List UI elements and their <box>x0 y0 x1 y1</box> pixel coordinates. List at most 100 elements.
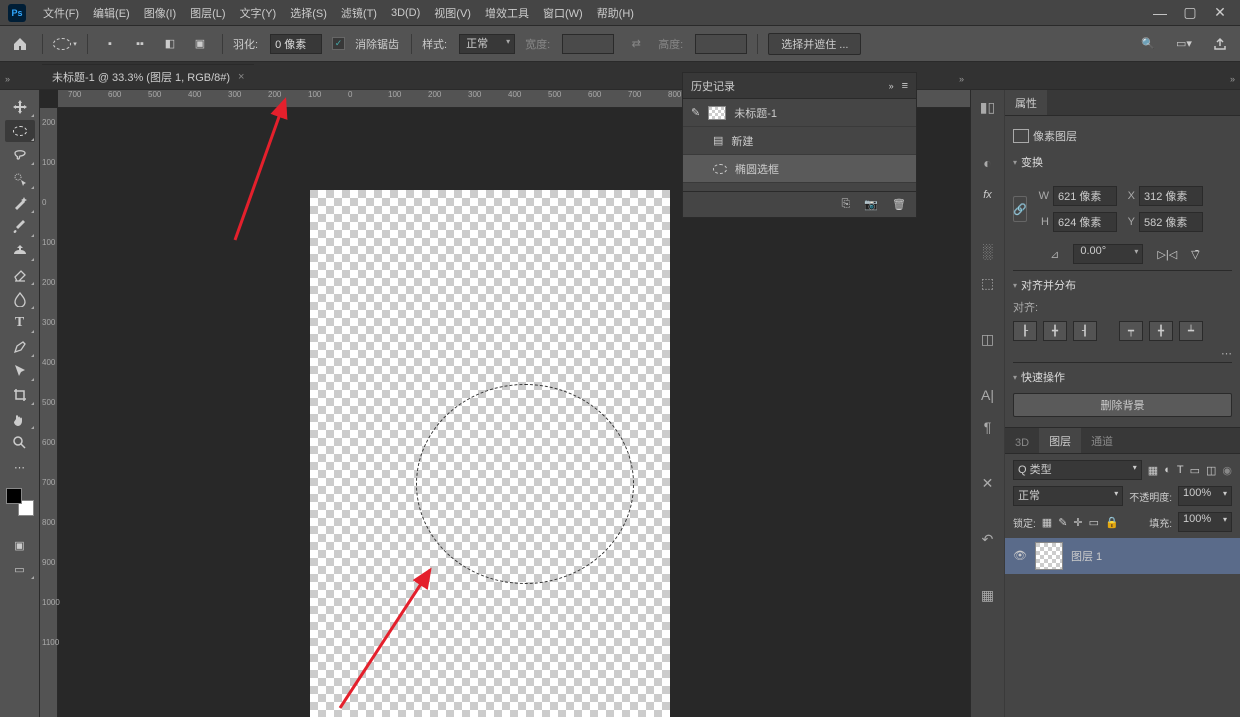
panel-icon-styles[interactable]: fx <box>977 184 999 206</box>
history-menu-icon[interactable]: ≡ <box>902 80 908 92</box>
panel-icon-swatches[interactable]: ⬚ <box>977 272 999 294</box>
history-step-ellipse[interactable]: 椭圆选框 <box>683 155 916 183</box>
menu-type[interactable]: 文字(Y) <box>233 5 284 21</box>
layer-thumbnail[interactable] <box>1035 542 1063 570</box>
height-input[interactable] <box>1053 212 1117 232</box>
hand-tool[interactable] <box>5 408 35 430</box>
menu-plugins[interactable]: 增效工具 <box>478 5 536 21</box>
new-snapshot-icon[interactable]: ⎘ <box>842 198 851 211</box>
layer-name[interactable]: 图层 1 <box>1071 548 1102 564</box>
feather-input[interactable] <box>270 34 322 54</box>
add-selection-button[interactable]: ▪▪ <box>128 32 152 56</box>
lock-all-icon[interactable]: 🔒 <box>1105 516 1119 529</box>
menu-filter[interactable]: 滤镜(T) <box>334 5 384 21</box>
filter-type-icon[interactable]: T <box>1177 464 1184 476</box>
align-section[interactable]: 对齐并分布 <box>1013 273 1232 297</box>
foreground-color[interactable] <box>6 488 22 504</box>
lock-pos-icon[interactable]: ✛ <box>1073 516 1082 529</box>
panel-icon-character[interactable]: A| <box>977 384 999 406</box>
document-canvas[interactable] <box>310 190 670 717</box>
blur-tool[interactable] <box>5 288 35 310</box>
more-align-icon[interactable]: ⋯ <box>1013 347 1232 360</box>
menu-3d[interactable]: 3D(D) <box>384 7 427 19</box>
screen-mode-button[interactable]: ▭ <box>5 558 35 580</box>
flip-h-icon[interactable]: ▷|◁ <box>1157 248 1177 261</box>
align-top-button[interactable]: ┯ <box>1119 321 1143 341</box>
panel-icon-paragraph[interactable]: ¶ <box>977 416 999 438</box>
move-tool[interactable] <box>5 96 35 118</box>
document-tab[interactable]: 未标题-1 @ 33.3% (图层 1, RGB/8#) × <box>42 64 254 89</box>
x-input[interactable] <box>1139 186 1203 206</box>
tab-channels[interactable]: 通道 <box>1081 428 1123 453</box>
close-button[interactable]: ✕ <box>1212 5 1228 21</box>
intersect-selection-button[interactable]: ▣ <box>188 32 212 56</box>
filter-adjust-icon[interactable]: ◐ <box>1164 464 1171 476</box>
camera-icon[interactable]: 📷 <box>864 198 878 211</box>
search-icon[interactable]: 🔍 <box>1136 32 1160 56</box>
lock-artboard-icon[interactable]: ▭ <box>1089 516 1099 529</box>
tool-preset-picker[interactable]: ▾ <box>53 32 77 56</box>
brush-tool[interactable] <box>5 216 35 238</box>
layer-filter-kind[interactable]: Q 类型 <box>1013 460 1142 480</box>
panel-icon-libraries[interactable]: ◫ <box>977 328 999 350</box>
tab-properties[interactable]: 属性 <box>1005 90 1047 115</box>
filter-pixel-icon[interactable]: ▦ <box>1148 464 1158 477</box>
lasso-tool[interactable] <box>5 144 35 166</box>
style-select[interactable]: 正常 <box>459 34 515 54</box>
minimize-button[interactable]: — <box>1152 5 1168 21</box>
collapse-right-icon[interactable]: » <box>1228 72 1237 86</box>
panel-icon-history[interactable]: ↶ <box>977 528 999 550</box>
transform-section[interactable]: 变换 <box>1013 150 1232 174</box>
fill-input[interactable]: 100% <box>1178 512 1232 532</box>
trash-icon[interactable]: 🗑 <box>892 198 906 211</box>
quick-mask-button[interactable]: ▣ <box>5 534 35 556</box>
visibility-toggle-icon[interactable]: 👁 <box>1013 549 1027 563</box>
collapse-left-icon[interactable]: » <box>3 72 12 86</box>
panel-icon-info[interactable]: ▦ <box>977 584 999 606</box>
subtract-selection-button[interactable]: ◧ <box>158 32 182 56</box>
crop-tool[interactable] <box>5 384 35 406</box>
lock-trans-icon[interactable]: ▦ <box>1042 516 1052 529</box>
menu-select[interactable]: 选择(S) <box>283 5 334 21</box>
align-bottom-button[interactable]: ┷ <box>1179 321 1203 341</box>
angle-select[interactable]: 0.00° <box>1073 244 1143 264</box>
home-button[interactable] <box>8 32 32 56</box>
align-right-button[interactable]: ┨ <box>1073 321 1097 341</box>
history-step-new[interactable]: ▤ 新建 <box>683 127 916 155</box>
lock-paint-icon[interactable]: ✎ <box>1058 516 1067 529</box>
flip-v-icon[interactable]: ▽̄ <box>1191 248 1199 261</box>
maximize-button[interactable]: ▢ <box>1182 5 1198 21</box>
align-vcenter-button[interactable]: ╋ <box>1149 321 1173 341</box>
align-hcenter-button[interactable]: ╋ <box>1043 321 1067 341</box>
quick-selection-tool[interactable] <box>5 168 35 190</box>
collapse-hist-icon[interactable]: » <box>957 72 966 86</box>
color-swatches[interactable] <box>6 488 34 516</box>
tab-3d[interactable]: 3D <box>1005 432 1039 453</box>
filter-shape-icon[interactable]: ▭ <box>1190 464 1200 477</box>
y-input[interactable] <box>1139 212 1203 232</box>
menu-view[interactable]: 视图(V) <box>427 5 478 21</box>
eraser-tool[interactable] <box>5 264 35 286</box>
share-button[interactable] <box>1208 32 1232 56</box>
layer-row[interactable]: 👁 图层 1 <box>1005 538 1240 574</box>
panel-icon-tools[interactable]: ✕ <box>977 472 999 494</box>
quick-actions-section[interactable]: 快速操作 <box>1013 365 1232 389</box>
menu-image[interactable]: 图像(I) <box>137 5 183 21</box>
history-doc-row[interactable]: ✎ 未标题-1 <box>683 99 916 127</box>
select-and-mask-button[interactable]: 选择并遮住 ... <box>768 33 861 55</box>
panel-icon-brushes[interactable]: ░ <box>977 240 999 262</box>
tab-layers[interactable]: 图层 <box>1039 428 1081 453</box>
path-selection-tool[interactable] <box>5 360 35 382</box>
menu-file[interactable]: 文件(F) <box>36 5 86 21</box>
menu-help[interactable]: 帮助(H) <box>590 5 641 21</box>
antialias-checkbox[interactable]: ✓ <box>332 37 345 50</box>
type-tool[interactable]: T <box>5 312 35 334</box>
menu-layer[interactable]: 图层(L) <box>183 5 232 21</box>
close-tab-icon[interactable]: × <box>238 71 244 83</box>
clone-stamp-tool[interactable] <box>5 240 35 262</box>
pen-tool[interactable] <box>5 336 35 358</box>
menu-window[interactable]: 窗口(W) <box>536 5 590 21</box>
panel-icon-adjustments[interactable]: ◐ <box>977 152 999 174</box>
remove-bg-button[interactable]: 删除背景 <box>1013 393 1232 417</box>
magic-wand-tool[interactable] <box>5 192 35 214</box>
